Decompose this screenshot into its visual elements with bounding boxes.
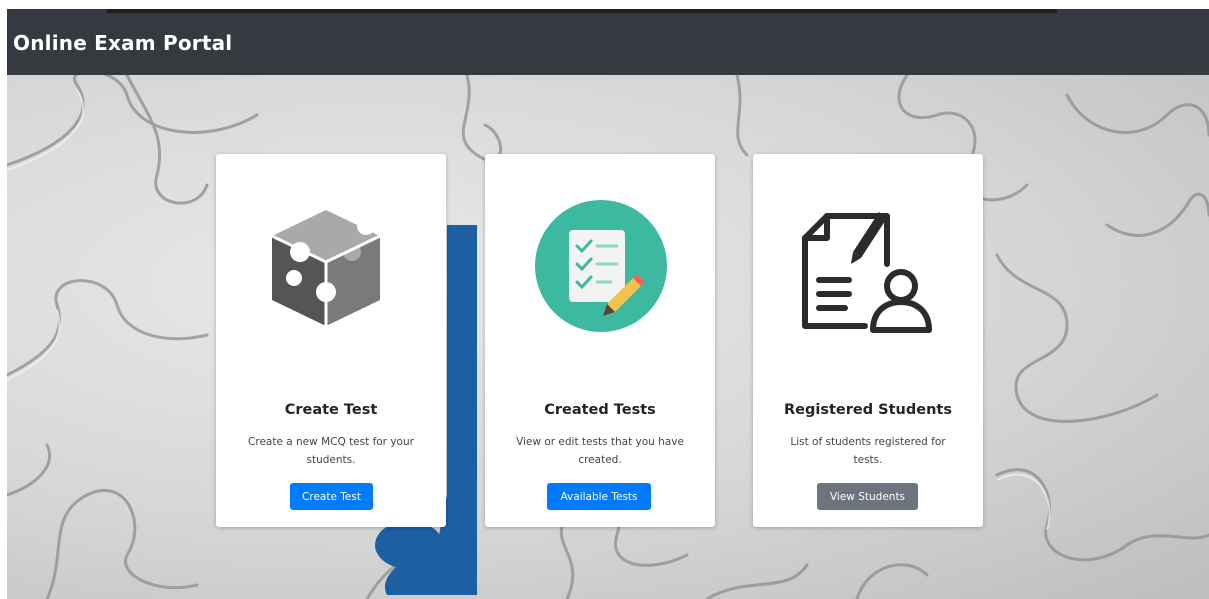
card-text: List of students registered for tests.	[790, 436, 946, 466]
puzzle-cube-icon	[216, 194, 446, 334]
available-tests-button[interactable]: Available Tests	[547, 483, 651, 510]
view-students-button[interactable]: View Students	[817, 483, 918, 510]
create-test-button[interactable]: Create Test	[290, 483, 373, 510]
navbar-brand[interactable]: Online Exam Portal	[13, 31, 232, 55]
card-text: View or edit tests that you have created…	[516, 436, 684, 466]
card-title: Registered Students	[784, 402, 952, 418]
card-registered-students: Registered Students List of students reg…	[753, 154, 983, 527]
card-create-test: Create Test Create a new MCQ test for yo…	[216, 154, 446, 527]
card-title: Create Test	[284, 402, 378, 418]
document-user-icon	[753, 194, 983, 334]
window-top-strip	[107, 9, 1057, 13]
navbar: Online Exam Portal	[7, 9, 1209, 75]
card-title: Created Tests	[544, 402, 656, 418]
card-text: Create a new MCQ test for your students.	[248, 436, 414, 466]
card-created-tests: Created Tests View or edit tests that yo…	[485, 154, 715, 527]
checklist-icon	[485, 194, 715, 334]
app-window: Online Exam Portal Create Test Create a …	[7, 9, 1209, 599]
